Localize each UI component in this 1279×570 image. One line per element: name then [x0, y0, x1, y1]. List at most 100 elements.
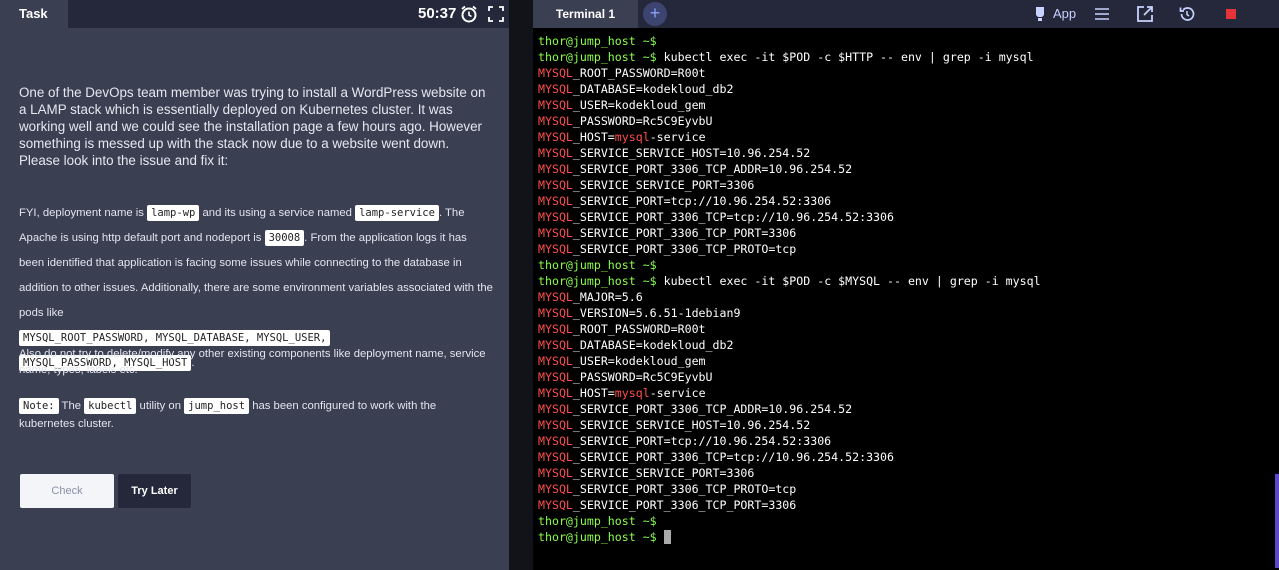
note-text: utility on	[136, 400, 185, 412]
env-value: _SERVICE_SERVICE_HOST=10.96.254.52	[572, 418, 811, 432]
terminal-line: MYSQL_SERVICE_PORT_3306_TCP=tcp://10.96.…	[538, 209, 1041, 225]
env-highlight: MYSQL	[538, 98, 573, 112]
terminal-command	[657, 530, 664, 544]
note-text: The	[58, 400, 85, 412]
terminal-line: MYSQL_SERVICE_PORT_3306_TCP_ADDR=10.96.2…	[538, 401, 1041, 417]
env-value: _SERVICE_PORT_3306_TCP_ADDR=10.96.254.52	[572, 162, 853, 176]
terminal-prompt: thor@jump_host ~$	[538, 50, 657, 64]
terminal-header: Terminal 1 + App	[533, 0, 1279, 28]
stop-icon[interactable]	[1222, 5, 1240, 23]
terminal-prompt: thor@jump_host ~$	[538, 258, 657, 272]
env-highlight: MYSQL	[538, 210, 573, 224]
service-name-code: lamp-service	[355, 205, 439, 221]
try-later-button[interactable]: Try Later	[118, 474, 191, 508]
env-value: _SERVICE_SERVICE_PORT=3306	[572, 466, 755, 480]
env-highlight: MYSQL	[538, 178, 573, 192]
task-warning: Also do not try to delete/modify any oth…	[19, 348, 486, 376]
env-highlight: MYSQL	[538, 146, 573, 160]
env-value: _SERVICE_PORT_3306_TCP_PROTO=tcp	[572, 482, 797, 496]
task-header: Task 50:37	[0, 0, 509, 28]
env-value: _USER=kodekloud_gem	[572, 354, 706, 368]
env-highlight: MYSQL	[538, 418, 573, 432]
env-highlight: MYSQL	[538, 82, 573, 96]
env-value: -service	[649, 130, 706, 144]
lightbulb-icon[interactable]	[1034, 6, 1046, 22]
terminal-line: thor@jump_host ~$	[538, 513, 1041, 529]
env-highlight: MYSQL	[538, 114, 573, 128]
terminal-line: MYSQL_PASSWORD=Rc5C9EyvbU	[538, 113, 1041, 129]
terminal-line: MYSQL_SERVICE_PORT=tcp://10.96.254.52:33…	[538, 193, 1041, 209]
env-value: _SERVICE_PORT_3306_TCP_PORT=3306	[572, 226, 797, 240]
env-value: _HOST=	[572, 386, 615, 400]
tab-terminal-1[interactable]: Terminal 1	[533, 0, 638, 28]
kubectl-code: kubectl	[84, 398, 137, 414]
terminal-line: MYSQL_DATABASE=kodekloud_db2	[538, 81, 1041, 97]
env-highlight: MYSQL	[538, 130, 573, 144]
env-value: _DATABASE=kodekloud_db2	[572, 338, 734, 352]
terminal-line: MYSQL_SERVICE_PORT_3306_TCP_PORT=3306	[538, 225, 1041, 241]
terminal-cursor	[663, 530, 671, 544]
timer: 50:37	[418, 5, 457, 22]
hamburger-menu-icon[interactable]	[1093, 5, 1111, 23]
note-text: kubernetes cluster.	[19, 418, 114, 430]
terminal-prompt: thor@jump_host ~$	[538, 514, 657, 528]
terminal-line: MYSQL_VERSION=5.6.51-1debian9	[538, 305, 1041, 321]
terminal-prompt: thor@jump_host ~$	[538, 274, 657, 288]
env-value: _SERVICE_SERVICE_PORT=3306	[572, 178, 755, 192]
env-highlight: MYSQL	[538, 226, 573, 240]
terminal-line: MYSQL_SERVICE_SERVICE_PORT=3306	[538, 465, 1041, 481]
terminal-line: MYSQL_SERVICE_PORT_3306_TCP_ADDR=10.96.2…	[538, 161, 1041, 177]
env-highlight: mysql	[614, 130, 650, 144]
env-value: _USER=kodekloud_gem	[572, 98, 706, 112]
env-highlight: MYSQL	[538, 434, 573, 448]
env-value: _SERVICE_PORT_3306_TCP=tcp://10.96.254.5…	[572, 450, 894, 464]
external-link-icon[interactable]	[1136, 5, 1154, 23]
env-value: _SERVICE_PORT_3306_TCP=tcp://10.96.254.5…	[572, 210, 894, 224]
env-highlight: MYSQL	[538, 322, 573, 336]
terminal-line: MYSQL_SERVICE_PORT_3306_TCP=tcp://10.96.…	[538, 449, 1041, 465]
env-highlight: MYSQL	[538, 306, 573, 320]
terminal-line: thor@jump_host ~$ kubectl exec -it $POD …	[538, 273, 1041, 289]
env-highlight: mysql	[614, 386, 650, 400]
env-highlight: MYSQL	[538, 386, 573, 400]
env-value: _SERVICE_PORT=tcp://10.96.254.52:3306	[572, 194, 832, 208]
env-value: _SERVICE_PORT_3306_TCP_PORT=3306	[572, 498, 797, 512]
fyi-text: . From the application logs it has been …	[19, 232, 493, 319]
fullscreen-icon[interactable]	[488, 6, 504, 22]
nodeport-code: 30008	[264, 230, 305, 246]
env-value: -service	[649, 386, 706, 400]
env-value: _SERVICE_PORT_3306_TCP_ADDR=10.96.254.52	[572, 402, 853, 416]
jump-host-code: jump_host	[184, 398, 250, 414]
terminal-line: MYSQL_HOST=mysql-service	[538, 129, 1041, 145]
add-tab-button[interactable]: +	[643, 2, 667, 26]
env-value: _HOST=	[572, 130, 615, 144]
env-highlight: MYSQL	[538, 242, 573, 256]
env-value: _PASSWORD=Rc5C9EyvbU	[572, 114, 713, 128]
terminal-line: MYSQL_ROOT_PASSWORD=R00t	[538, 321, 1041, 337]
tab-task[interactable]: Task	[0, 0, 68, 28]
env-value: _SERVICE_PORT_3306_TCP_PROTO=tcp	[572, 242, 797, 256]
env-highlight: MYSQL	[538, 290, 573, 304]
env-highlight: MYSQL	[538, 466, 573, 480]
terminal-line: MYSQL_MAJOR=5.6	[538, 289, 1041, 305]
env-value: _SERVICE_SERVICE_HOST=10.96.254.52	[572, 146, 811, 160]
env-highlight: MYSQL	[538, 338, 573, 352]
terminal-prompt: thor@jump_host ~$	[538, 34, 657, 48]
env-highlight: MYSQL	[538, 370, 573, 384]
terminal-output[interactable]: thor@jump_host ~$ thor@jump_host ~$ kubec…	[538, 33, 1041, 545]
terminal-prompt: thor@jump_host ~$	[538, 530, 657, 544]
history-icon[interactable]	[1178, 5, 1196, 23]
terminal-line: thor@jump_host ~$	[538, 257, 1041, 273]
check-button[interactable]: Check	[20, 474, 114, 508]
terminal-command: kubectl exec -it $POD -c $MYSQL -- env |…	[656, 274, 1041, 288]
terminal-line: thor@jump_host ~$	[538, 529, 1041, 545]
app-button[interactable]: App	[1053, 0, 1076, 28]
env-highlight: MYSQL	[538, 194, 573, 208]
alarm-clock-icon	[461, 5, 477, 23]
terminal-line: MYSQL_DATABASE=kodekloud_db2	[538, 337, 1041, 353]
terminal-line: MYSQL_SERVICE_PORT=tcp://10.96.254.52:33…	[538, 433, 1041, 449]
terminal-line: MYSQL_SERVICE_PORT_3306_TCP_PROTO=tcp	[538, 481, 1041, 497]
scrollbar[interactable]	[1275, 474, 1279, 568]
env-value: _VERSION=5.6.51-1debian9	[572, 306, 741, 320]
env-value: _SERVICE_PORT=tcp://10.96.254.52:3306	[572, 434, 832, 448]
